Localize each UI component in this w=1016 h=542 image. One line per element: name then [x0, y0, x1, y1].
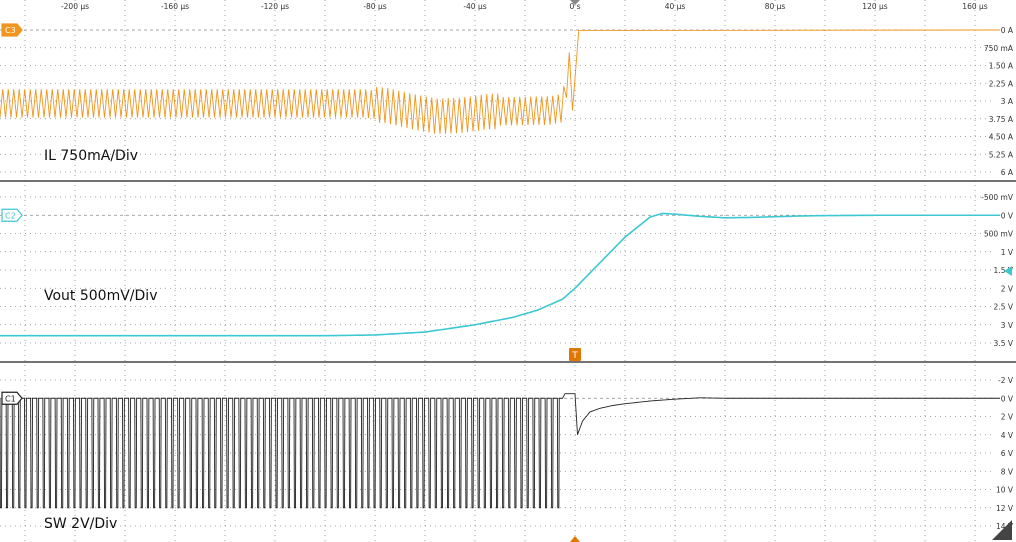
trigger-marker-label: T	[571, 351, 578, 361]
y-tick-label: -2 V	[998, 376, 1014, 385]
y-tick-label: 2.25 A	[989, 79, 1014, 88]
panel-label-ch3: IL 750mA/Div	[44, 148, 138, 164]
y-tick-label: 5.25 A	[989, 150, 1014, 159]
y-tick-label: 2 V	[1001, 413, 1014, 422]
time-tick-label: -120 µs	[261, 2, 289, 11]
time-tick-label: -40 µs	[463, 2, 486, 11]
y-tick-label: 3.5 V	[994, 339, 1014, 348]
trace-vout	[0, 212, 1000, 337]
channel-labels: 0 A 750 mA 1.50 A 2.25 A 3 A 3.75 A 4.50 A 5.25…	[44, 26, 1014, 532]
time-tick-label: 80 µs	[765, 2, 786, 11]
trigger-marker[interactable]: T	[569, 348, 581, 361]
y-tick-label: 10 V	[996, 486, 1014, 495]
y-tick-label: 3 V	[1001, 321, 1014, 330]
time-tick-label: 120 µs	[862, 2, 887, 11]
y-tick-label: 2 V	[1001, 284, 1014, 293]
time-tick-label: 160 µs	[962, 2, 987, 11]
time-scale: -200 µs -160 µs -120 µs -80 µs -40 µs 0 s 40 µ…	[61, 2, 988, 11]
channel-badge-label: C1	[5, 394, 16, 403]
y-tick-label: 1.50 A	[989, 62, 1014, 71]
y-tick-label: 12 V	[996, 504, 1014, 513]
channel-badge-ch3[interactable]: C3	[1, 23, 23, 37]
y-tick-label: 6 A	[1001, 168, 1014, 177]
y-tick-label: 2.5 V	[994, 303, 1014, 312]
panel-label-ch2: Vout 500mV/Div	[44, 288, 157, 304]
y-tick-label: 4.50 A	[989, 133, 1014, 142]
channel-badge-ch2[interactable]: C2	[1, 208, 23, 222]
channel-badge-label: C3	[5, 26, 16, 35]
time-tick-label: -80 µs	[363, 2, 386, 11]
y-tick-label: 4 V	[1001, 431, 1014, 440]
panel-label-ch1: SW 2V/Div	[44, 516, 117, 532]
channel-badge-label: C2	[5, 211, 16, 220]
channel-badge-ch1[interactable]: C1	[1, 391, 23, 405]
time-tick-label: 40 µs	[665, 2, 686, 11]
y-tick-label: -500 mV	[981, 193, 1014, 202]
y-tick-label: 3.75 A	[989, 115, 1014, 124]
panel-dividers	[0, 180, 1016, 363]
traces	[0, 29, 1001, 509]
y-tick-label: 0 V	[1001, 211, 1014, 220]
y-tick-label: 1 V	[1001, 248, 1014, 257]
trigger-position-arrow	[570, 536, 580, 542]
y-tick-label: 750 mA	[984, 44, 1014, 53]
oscilloscope-screen: -200 µs -160 µs -120 µs -80 µs -40 µs 0 s 40 µ…	[0, 0, 1016, 542]
y-tick-label: 500 mV	[984, 230, 1014, 239]
y-tick-label: 3 A	[1001, 97, 1014, 106]
y-tick-label: 8 V	[1001, 467, 1014, 476]
time-tick-label: -200 µs	[61, 2, 89, 11]
y-tick-label: 6 V	[1001, 449, 1014, 458]
y-tick-label: 0 V	[1001, 394, 1014, 403]
y-tick-label: 0 A	[1001, 26, 1014, 35]
time-tick-label: -160 µs	[161, 2, 189, 11]
trace-sw	[0, 393, 1000, 509]
